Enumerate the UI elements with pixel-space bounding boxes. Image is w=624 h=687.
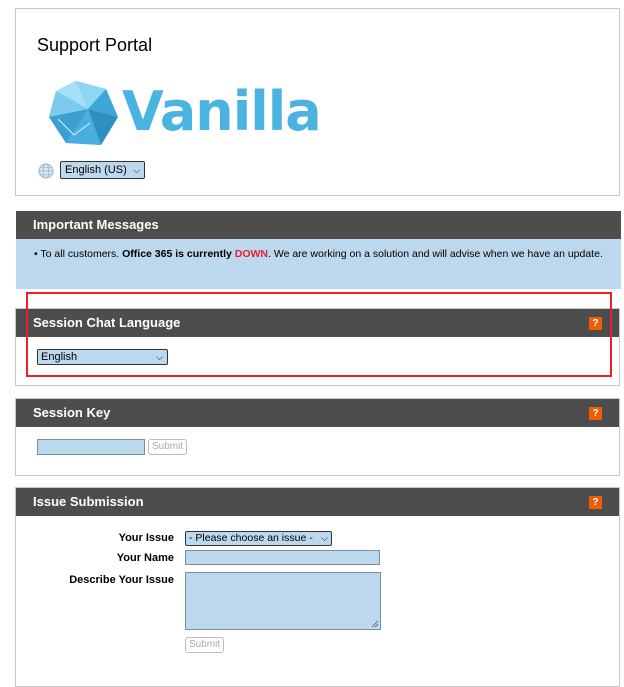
session-key-input[interactable] (37, 439, 145, 455)
help-button[interactable]: ? (589, 496, 602, 509)
issue-submission-panel: Issue Submission ? Your Issue Your Name … (15, 487, 620, 687)
chevron-down-icon: ⌵ (321, 533, 328, 543)
session-key-panel: Session Key ? Submit (15, 398, 620, 476)
globe-icon (38, 163, 54, 179)
issue-submit-button[interactable]: Submit (185, 637, 225, 653)
issue-label-column: Your Issue Your Name Describe Your Issue (16, 488, 174, 608)
message-body: • To all customers. Office 365 is curren… (16, 239, 621, 289)
portal-title: Support Portal (37, 35, 153, 55)
logo-text: Vanilla (122, 80, 322, 143)
resize-handle-icon[interactable] (371, 620, 379, 628)
language-select[interactable]: English (US) ⌵ (60, 161, 145, 179)
message-post: . We are working on a solution and will … (268, 248, 603, 260)
issue-select-value: - Please choose an issue - (189, 532, 313, 544)
session-key-title: Session Key (33, 405, 111, 420)
your-issue-label: Your Issue (118, 532, 174, 544)
message-pre: To all customers. (40, 248, 123, 260)
issue-select[interactable]: - Please choose an issue - ⌵ (185, 531, 332, 546)
describe-issue-label: Describe Your Issue (69, 574, 174, 586)
session-key-heading: Session Key ? (16, 399, 619, 427)
highlight-rectangle (26, 292, 612, 377)
describe-issue-textarea[interactable] (185, 572, 381, 630)
portal-header-panel: Support Portal Vanilla English (US) ⌵ (15, 8, 620, 196)
session-key-submit-button[interactable]: Submit (148, 439, 188, 455)
chevron-down-icon: ⌵ (133, 165, 140, 175)
message-bold: Office 365 is currently (122, 248, 235, 260)
vanilla-logo-icon (49, 81, 118, 145)
your-name-label: Your Name (116, 552, 174, 564)
vanilla-logo: Vanilla (46, 79, 322, 149)
language-select-value: English (US) (65, 164, 127, 176)
important-messages-heading: Important Messages (16, 211, 621, 239)
your-name-input[interactable] (185, 550, 380, 565)
message-bullet: • (34, 248, 38, 260)
important-messages-panel: Important Messages • To all customers. O… (16, 211, 621, 289)
help-button[interactable]: ? (589, 407, 602, 420)
message-status: DOWN (234, 248, 269, 260)
